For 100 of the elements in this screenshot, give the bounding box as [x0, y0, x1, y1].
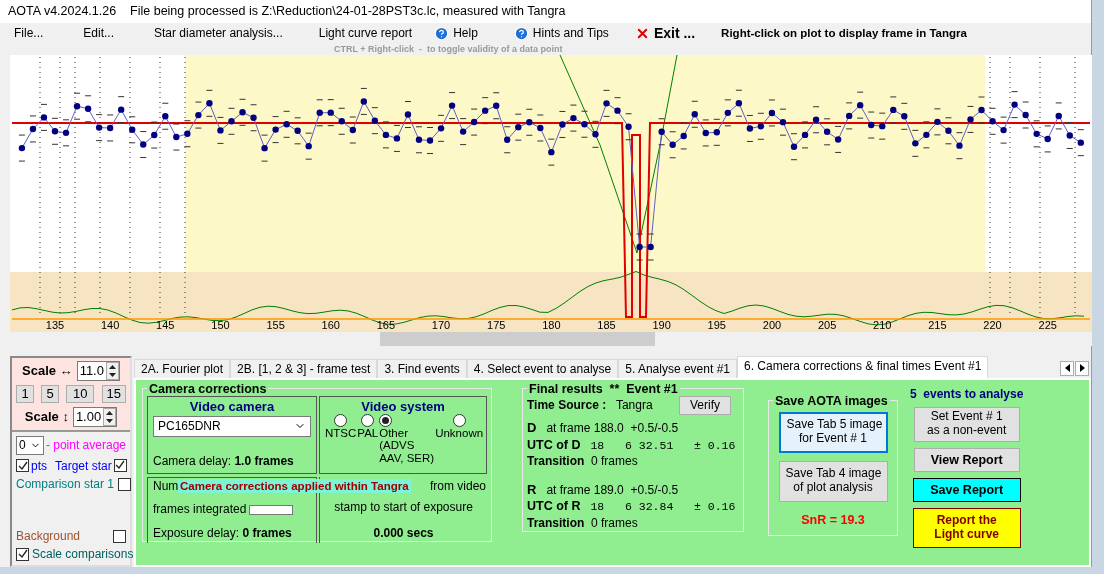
menu-item[interactable]: File...	[14, 26, 44, 41]
group-subtitle: Video camera	[188, 398, 276, 414]
scale-preset-button[interactable]: 10	[66, 384, 95, 403]
snr-value: SnR = 19.3	[801, 513, 865, 528]
transition-text: Transition 0 frames	[527, 455, 639, 469]
axis-tick-label: 190	[652, 318, 671, 331]
integration-label-start: Num	[153, 479, 179, 493]
checkbox[interactable]	[113, 529, 126, 543]
tab[interactable]: 6. Camera corrections & final times Event #1	[737, 355, 989, 378]
checkbox[interactable]	[16, 547, 29, 561]
axis-tick-label: 135	[45, 318, 65, 331]
scale-spinner[interactable]: 1.00	[72, 406, 118, 427]
axis-tick-label: 175	[487, 318, 506, 331]
checkbox[interactable]	[16, 459, 29, 473]
axis-tick-label: 195	[707, 318, 726, 331]
action-button[interactable]: View Report	[913, 447, 1020, 472]
action-button[interactable]: Save Report	[912, 477, 1021, 502]
menu-item[interactable]: Hints and Tips	[513, 25, 609, 41]
axis-tick-label: 160	[321, 318, 340, 331]
radio-button[interactable]	[361, 413, 375, 427]
menu-item[interactable]: Star diameter analysis...	[154, 26, 283, 41]
tab[interactable]: 2A. Fourier plot	[134, 358, 231, 378]
help-icon	[434, 25, 450, 41]
action-button[interactable]: Report the Light curve	[912, 507, 1021, 548]
axis-tick-label: 185	[597, 318, 616, 331]
group-subtitle: Video system	[360, 398, 446, 414]
group-title: Save AOTA images	[774, 393, 889, 408]
scale-spinner[interactable]: 11.0	[76, 360, 120, 381]
offset-value: 0.000 secs	[373, 527, 434, 541]
action-button[interactable]: Set Event # 1 as a non-event	[913, 406, 1020, 442]
help-icon	[513, 25, 529, 41]
scale-preset-button[interactable]: 1	[16, 384, 34, 403]
save-image-button[interactable]: Save Tab 4 image of plot analysis	[778, 460, 888, 502]
radio-label: NTSC	[325, 426, 357, 440]
series-label: Comparison star 1	[16, 477, 115, 491]
events-count: 5 events to analyse	[910, 387, 1024, 401]
point-average-dropdown[interactable]: 0	[16, 435, 44, 455]
axis-tick-label: 225	[1038, 318, 1057, 331]
spinner-arrows-icon[interactable]	[103, 407, 117, 426]
series-label: Target star	[55, 458, 112, 473]
axis-tick-label: 200	[762, 318, 782, 331]
axis-tick-label: 205	[817, 318, 837, 331]
tab[interactable]: 4. Select event to analyse	[466, 358, 619, 378]
event-frame-text: D at frame 188.0 +0.5/-0.5	[527, 421, 680, 436]
series-label: Background	[16, 529, 81, 543]
tab[interactable]: 3. Find events	[377, 358, 467, 378]
save-image-button[interactable]: Save Tab 5 image for Event # 1	[778, 411, 888, 453]
event-frame-text: R at frame 189.0 +0.5/-0.5	[527, 482, 680, 497]
window-title: AOTA v4.2024.1.26 File being processed is Z:\Reduction\24-01-28PST3c.lc, measured with Tangra	[0, 0, 1091, 23]
axis-tick-label: 150	[211, 318, 230, 331]
utc-label: UTC of R	[527, 499, 581, 514]
menu-item[interactable]: Exit ...	[634, 25, 696, 42]
scroll-right-button[interactable]	[1075, 360, 1089, 376]
tab[interactable]: 5. Analyse event #1	[618, 358, 737, 378]
toggle-hint: CTRL + Right-click - to toggle validity of a data point	[333, 43, 564, 55]
camera-dropdown[interactable]: PC165DNR	[153, 415, 311, 437]
utc-value: 18 6 32.84 ± 0.16	[590, 500, 736, 514]
exposure-delay-text: Exposure delay: 0 frames	[153, 527, 293, 541]
radio-label: Other (ADVS AAV, SER)	[379, 426, 435, 465]
scale-comparisons-label: Scale comparisons	[32, 547, 134, 561]
menu-item[interactable]: Edit...	[83, 26, 115, 41]
offset-description: stamp to start of exposure	[334, 501, 473, 515]
group-title: Camera corrections	[148, 381, 268, 396]
plot-hint: Right-click on plot to display frame in Tangra	[721, 27, 967, 40]
utc-label: UTC of D	[527, 438, 581, 453]
scale-label: Scale ↕	[24, 409, 69, 424]
triangle-left-icon	[1064, 364, 1070, 372]
scale-preset-button[interactable]: 5	[41, 384, 60, 403]
spinner-arrows-icon[interactable]	[105, 361, 119, 380]
triangle-right-icon	[1079, 364, 1085, 372]
frames-integrated-field[interactable]	[249, 505, 294, 515]
scroll-left-button[interactable]	[1060, 360, 1074, 376]
axis-tick-label: 145	[156, 318, 175, 331]
utc-value: 18 6 32.51 ± 0.16	[590, 438, 736, 452]
menu-item[interactable]: Light curve report	[318, 26, 413, 41]
integration-label: frames integrated	[153, 503, 247, 517]
group-title: Final results ** Event #1	[528, 381, 679, 396]
radio-label: Unknown	[435, 426, 484, 440]
light-curve-drawing[interactable]	[10, 54, 1092, 332]
axis-tick-label: 155	[266, 318, 285, 331]
axis-tick-label: 215	[928, 318, 947, 331]
axis-tick-label: 170	[431, 318, 451, 331]
radio-label: PAL	[357, 426, 379, 440]
radio-button[interactable]	[452, 413, 466, 427]
transition-text: Transition 0 frames	[527, 516, 639, 530]
scale-label: Scale ↔	[22, 363, 73, 378]
radio-button[interactable]	[334, 413, 348, 427]
verify-button[interactable]: Verify	[679, 395, 731, 416]
offset-description: from video	[429, 479, 486, 493]
checkbox[interactable]	[113, 458, 127, 472]
axis-tick-label: 220	[983, 318, 1002, 331]
tangra-notice: Camera corrections applied within Tangra	[178, 478, 411, 493]
checkbox[interactable]	[118, 477, 132, 491]
menu-item[interactable]: Help	[434, 25, 478, 41]
tab[interactable]: 2B. [1, 2 & 3] - frame test	[230, 358, 378, 378]
scale-preset-button[interactable]: 15	[101, 384, 126, 403]
radio-button[interactable]	[379, 413, 393, 427]
time-source-text: Time Source : Tangra	[527, 398, 653, 412]
point-average-label: - point average	[45, 438, 126, 452]
axis-tick-label: 180	[542, 318, 561, 331]
